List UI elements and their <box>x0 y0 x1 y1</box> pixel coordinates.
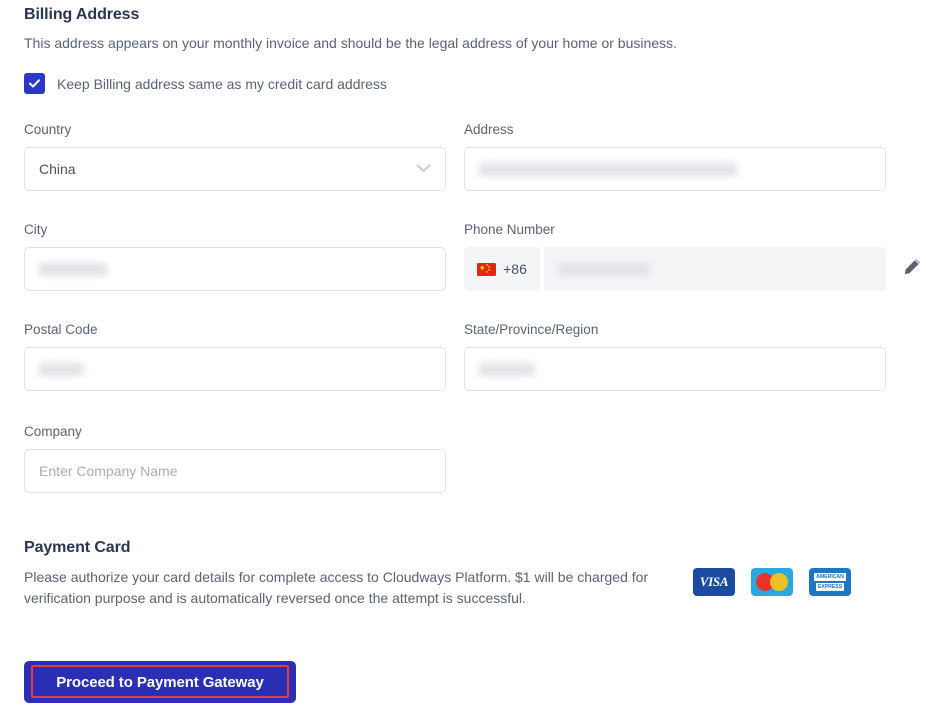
city-input[interactable] <box>24 247 446 291</box>
mastercard-logo <box>751 568 793 596</box>
visa-logo: VISA <box>693 568 735 596</box>
phone-redacted-value <box>558 263 650 276</box>
postal-code-label: Postal Code <box>24 321 446 339</box>
amex-logo-line2: EXPRESS <box>816 583 844 591</box>
state-province-region-field: State/Province/Region <box>464 321 886 391</box>
phone-number-input <box>544 247 886 291</box>
keep-billing-same-checkbox[interactable] <box>24 73 45 94</box>
proceed-to-payment-gateway-button[interactable]: Proceed to Payment Gateway <box>24 661 296 703</box>
country-label: Country <box>24 121 446 139</box>
company-placeholder: Enter Company Name <box>39 463 178 479</box>
checkmark-icon <box>28 77 41 90</box>
postal-code-redacted-value <box>39 363 83 376</box>
amex-logo-line1: AMERICAN <box>814 573 846 581</box>
phone-number-label: Phone Number <box>464 221 904 239</box>
country-value: China <box>39 161 76 177</box>
billing-address-title: Billing Address <box>24 6 139 24</box>
keep-billing-same-label: Keep Billing address same as my credit c… <box>57 76 387 92</box>
company-label: Company <box>24 423 446 441</box>
country-field: Country China <box>24 121 446 191</box>
amex-logo: AMERICAN EXPRESS <box>809 568 851 596</box>
phone-number-group: ★ ★ ★ ★ ★ +86 <box>464 247 886 291</box>
billing-address-description: This address appears on your monthly inv… <box>24 33 824 54</box>
keep-billing-same-checkbox-row[interactable]: Keep Billing address same as my credit c… <box>24 73 387 94</box>
phone-dial-code: +86 <box>503 261 527 277</box>
postal-code-field: Postal Code <box>24 321 446 391</box>
company-field: Company Enter Company Name <box>24 423 446 493</box>
payment-card-title: Payment Card <box>24 539 130 557</box>
billing-address-page: Billing Address This address appears on … <box>0 0 926 722</box>
company-input[interactable]: Enter Company Name <box>24 449 446 493</box>
address-redacted-value <box>479 163 737 176</box>
city-label: City <box>24 221 446 239</box>
address-label: Address <box>464 121 886 139</box>
phone-number-field: Phone Number ★ ★ ★ ★ ★ +86 <box>464 221 904 291</box>
state-province-region-label: State/Province/Region <box>464 321 886 339</box>
address-field: Address <box>464 121 886 191</box>
pencil-icon[interactable] <box>903 257 922 281</box>
mastercard-yellow-circle <box>770 573 788 591</box>
city-field: City <box>24 221 446 291</box>
phone-country-prefix: ★ ★ ★ ★ ★ +86 <box>464 247 540 291</box>
visa-logo-text: VISA <box>700 574 728 590</box>
accepted-cards-list: VISA AMERICAN EXPRESS <box>693 568 851 596</box>
china-flag-icon: ★ ★ ★ ★ ★ <box>477 263 496 276</box>
address-input[interactable] <box>464 147 886 191</box>
payment-card-description: Please authorize your card details for c… <box>24 567 649 609</box>
postal-code-input[interactable] <box>24 347 446 391</box>
state-province-region-input[interactable] <box>464 347 886 391</box>
state-redacted-value <box>479 363 535 376</box>
country-select[interactable]: China <box>24 147 446 191</box>
city-redacted-value <box>39 263 107 276</box>
chevron-down-icon[interactable] <box>416 160 431 178</box>
